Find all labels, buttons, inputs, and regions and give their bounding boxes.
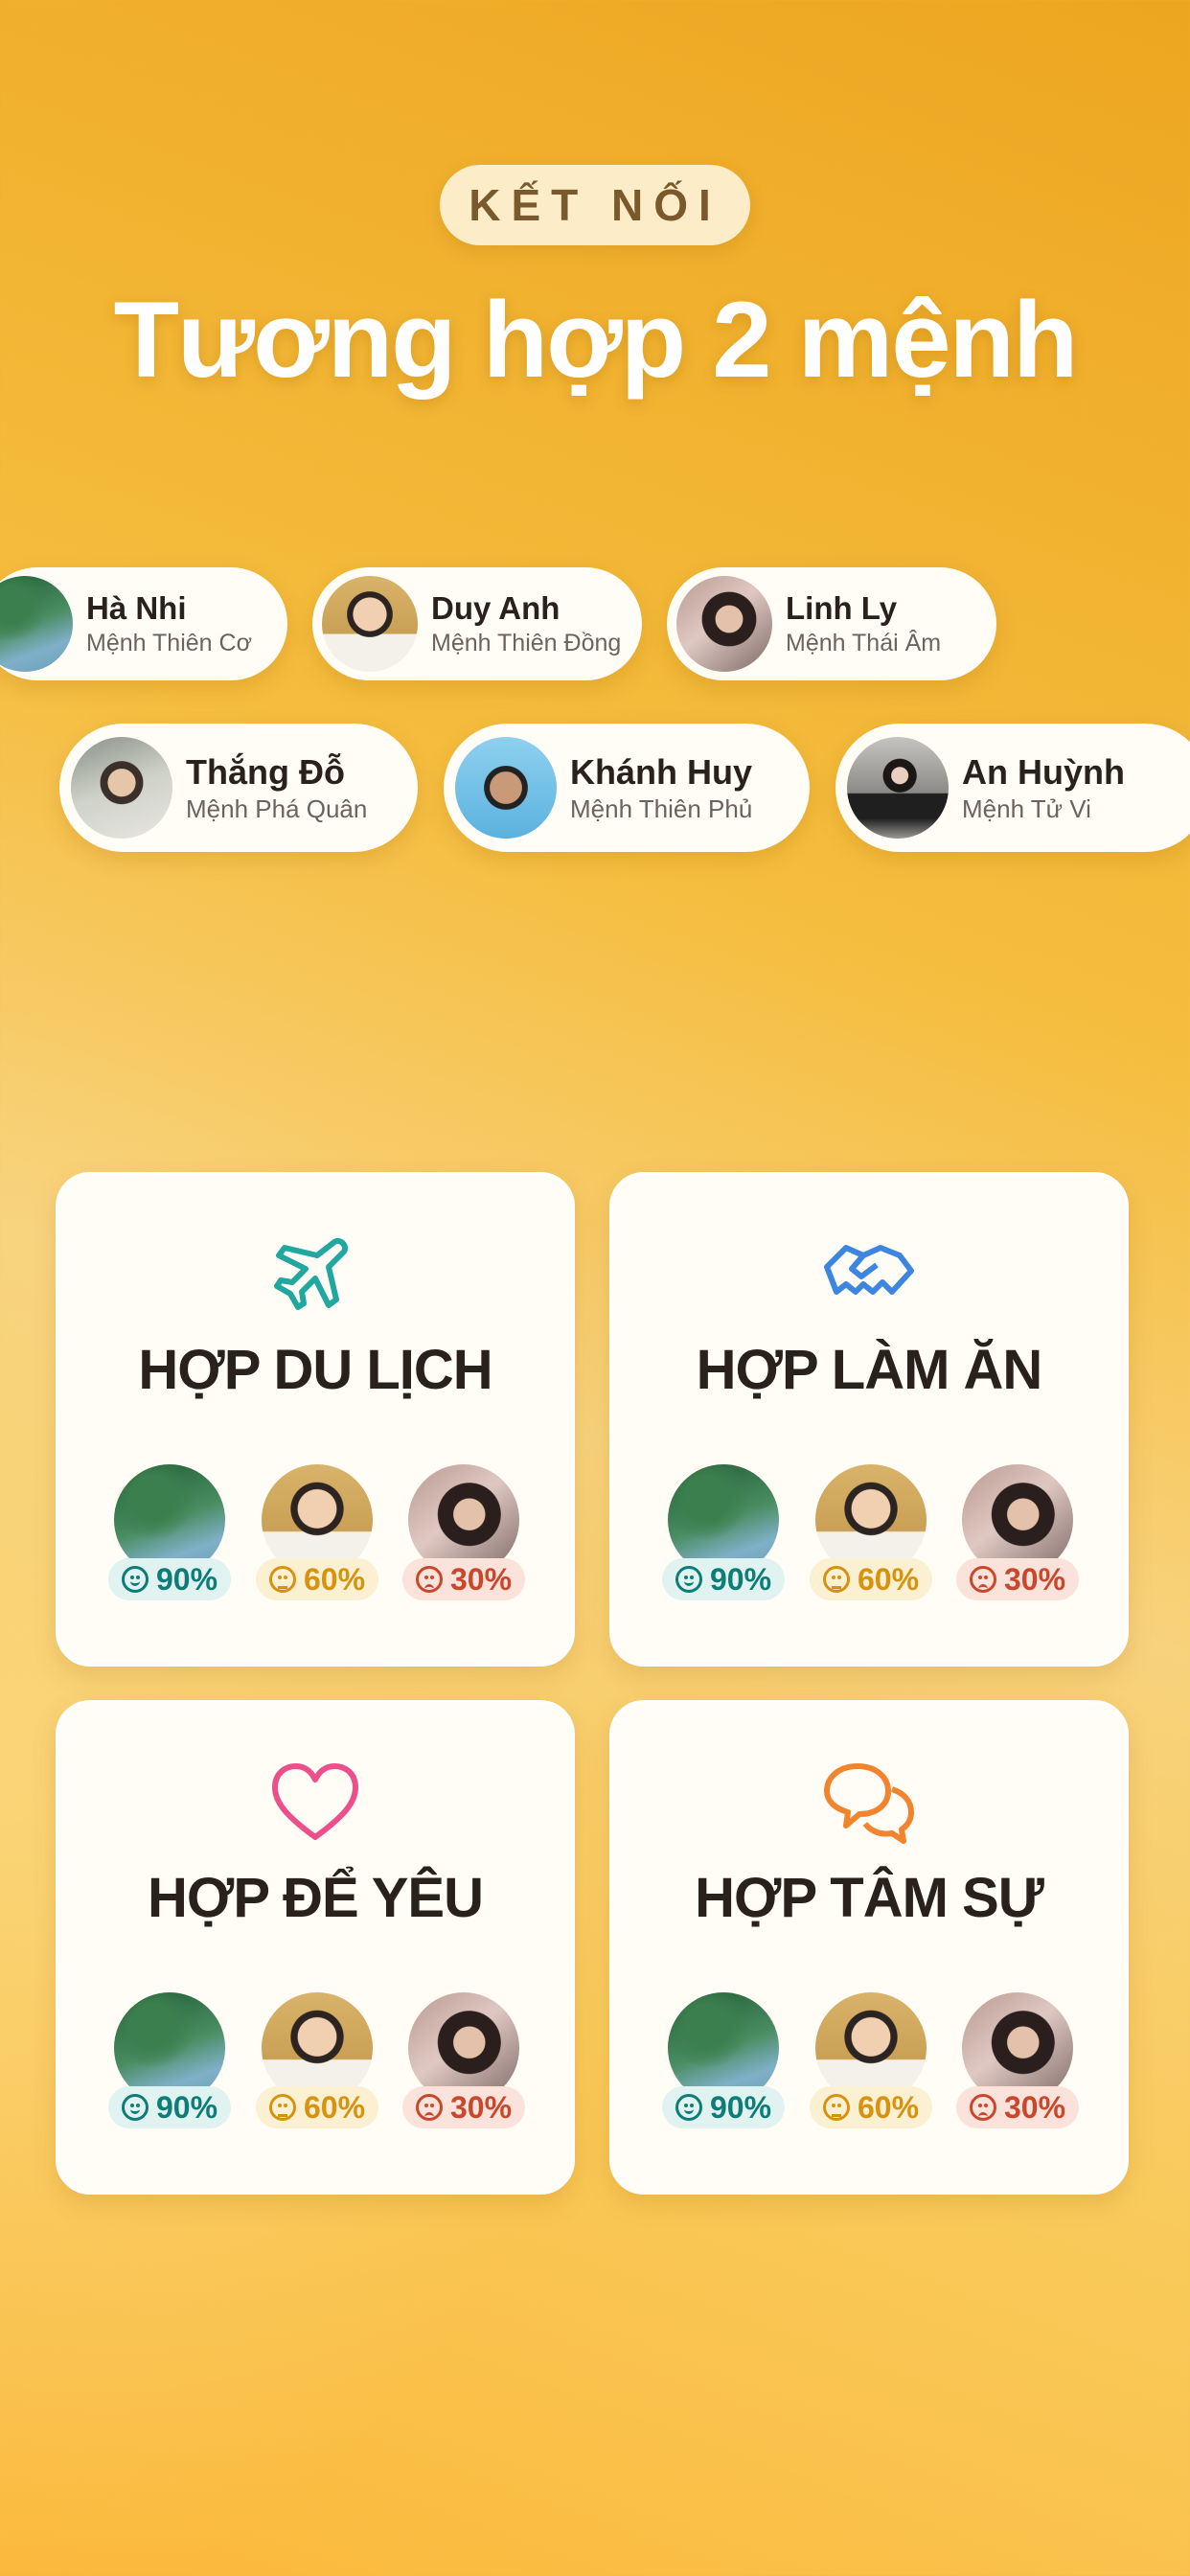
profile-chip[interactable]: Duy Anh Mệnh Thiên Đồng — [312, 567, 642, 680]
neutral-face-icon — [822, 2094, 850, 2121]
avatar — [0, 576, 73, 672]
profile-chip[interactable]: Khánh Huy Mệnh Thiên Phủ — [444, 724, 810, 852]
chat-bubbles-icon — [824, 1763, 914, 1844]
compat-card-business[interactable]: HỢP LÀM ĂN 90% 60% 30% — [609, 1172, 1129, 1667]
sad-face-icon — [969, 2094, 996, 2121]
airplane-icon — [274, 1238, 348, 1310]
profile-destiny: Mệnh Tử Vi — [962, 794, 1091, 823]
profile-chip[interactable]: An Huỳnh Mệnh Tử Vi — [835, 724, 1190, 852]
profile-name: An Huỳnh — [962, 752, 1125, 792]
score-value: 30% — [1003, 2089, 1066, 2125]
card-title: HỢP ĐỂ YÊU — [147, 1867, 484, 1929]
score-badge-high: 90% — [662, 2086, 785, 2128]
avatar — [322, 576, 418, 672]
page-title: Tương hợp 2 mệnh — [113, 280, 1079, 400]
neutral-face-icon — [268, 1566, 296, 1593]
smile-icon — [121, 2094, 149, 2121]
card-title: HỢP LÀM ĂN — [696, 1339, 1043, 1401]
profile-name: Hà Nhi — [86, 590, 187, 626]
score-value: 90% — [709, 2089, 772, 2125]
score-badge-mid: 60% — [256, 1558, 378, 1600]
smile-icon — [675, 2094, 702, 2121]
score-value: 30% — [449, 1561, 513, 1597]
profile-destiny: Mệnh Thiên Cơ — [86, 630, 252, 656]
heart-icon — [272, 1763, 358, 1840]
score-value: 90% — [709, 1561, 772, 1597]
compat-card-confide[interactable]: HỢP TÂM SỰ 90% 60% 30% — [609, 1700, 1129, 2195]
score-value: 30% — [1003, 1561, 1066, 1597]
neutral-face-icon — [822, 1566, 850, 1593]
compat-card-travel[interactable]: HỢP DU LỊCH 90% 60% 30% — [56, 1172, 575, 1667]
score-badge-high: 90% — [662, 1558, 785, 1600]
score-badge-high: 90% — [108, 1558, 231, 1600]
score-value: 90% — [155, 2089, 218, 2125]
sad-face-icon — [969, 1566, 996, 1593]
profile-destiny: Mệnh Phá Quân — [186, 794, 368, 823]
score-badge-low: 30% — [402, 2086, 525, 2128]
profile-chip[interactable]: Linh Ly Mệnh Thái Âm — [667, 567, 996, 680]
sad-face-icon — [415, 1566, 443, 1593]
sad-face-icon — [415, 2094, 443, 2121]
profile-destiny: Mệnh Thiên Phủ — [570, 794, 753, 823]
score-badge-low: 30% — [956, 1558, 1079, 1600]
score-badge-mid: 60% — [256, 2086, 378, 2128]
profile-chip[interactable]: Hà Nhi Mệnh Thiên Cơ — [0, 567, 287, 680]
avatar — [455, 737, 557, 839]
profile-name: Duy Anh — [431, 590, 561, 626]
score-value: 60% — [303, 1561, 366, 1597]
neutral-face-icon — [268, 2094, 296, 2121]
smile-icon — [121, 1566, 149, 1593]
profile-name: Linh Ly — [786, 590, 898, 626]
score-value: 60% — [857, 2089, 920, 2125]
compat-card-love[interactable]: HỢP ĐỂ YÊU 90% 60% 30% — [56, 1700, 575, 2195]
avatar — [71, 737, 172, 839]
score-badge-high: 90% — [108, 2086, 231, 2128]
profile-destiny: Mệnh Thái Âm — [786, 630, 942, 656]
score-value: 90% — [155, 1561, 218, 1597]
score-badge-low: 30% — [402, 1558, 525, 1600]
score-value: 30% — [449, 2089, 513, 2125]
score-value: 60% — [857, 1561, 920, 1597]
score-badge-mid: 60% — [810, 1558, 932, 1600]
profile-chip[interactable]: Thắng Đỗ Mệnh Phá Quân — [59, 724, 418, 852]
profile-destiny: Mệnh Thiên Đồng — [431, 630, 622, 656]
smile-icon — [675, 1566, 702, 1593]
score-value: 60% — [303, 2089, 366, 2125]
card-title: HỢP DU LỊCH — [138, 1339, 492, 1401]
score-badge-mid: 60% — [810, 2086, 932, 2128]
card-title: HỢP TÂM SỰ — [695, 1867, 1044, 1929]
section-tag: KẾT NỐI — [440, 165, 750, 245]
avatar — [847, 737, 949, 839]
profile-name: Khánh Huy — [570, 752, 753, 792]
score-badge-low: 30% — [956, 2086, 1079, 2128]
avatar — [676, 576, 772, 672]
profile-name: Thắng Đỗ — [186, 752, 345, 792]
handshake-icon — [824, 1245, 914, 1295]
